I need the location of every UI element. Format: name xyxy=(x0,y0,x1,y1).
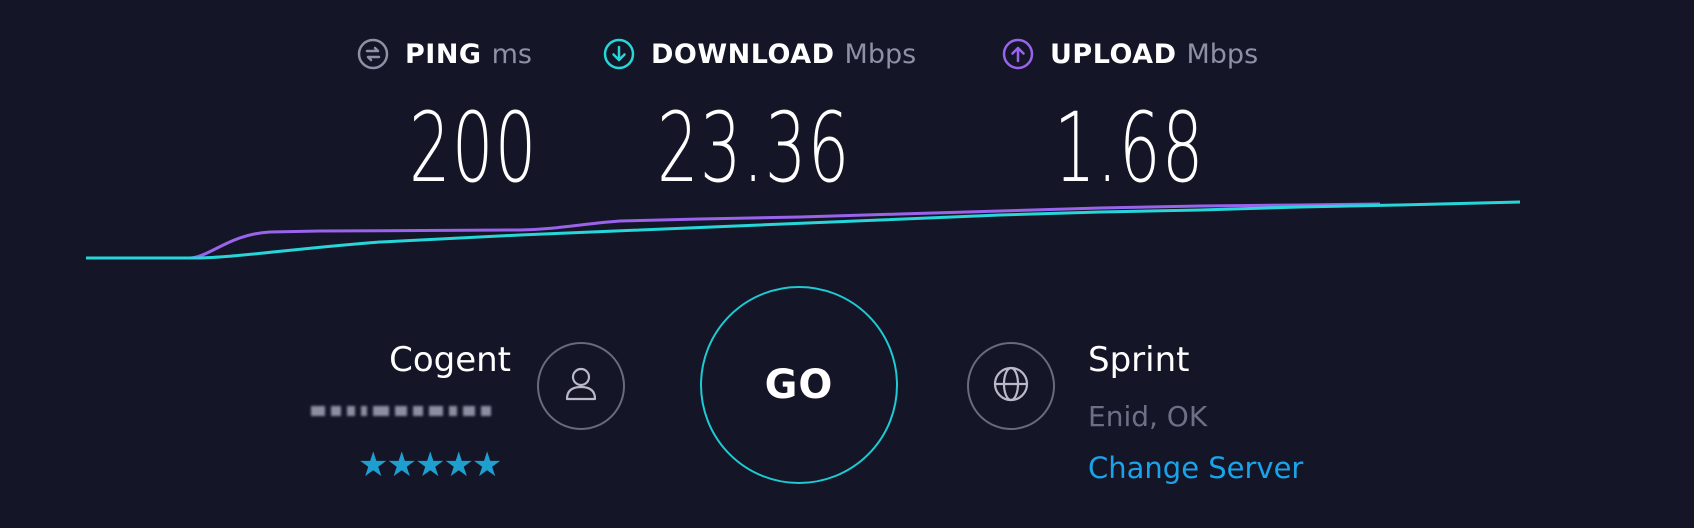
download-value: 23.36 xyxy=(657,92,851,204)
download-metric: DOWNLOAD Mbps 23.36 xyxy=(603,38,917,196)
ping-value: 200 xyxy=(409,92,538,204)
upload-metric: UPLOAD Mbps 1.68 xyxy=(1002,38,1259,196)
upload-label: UPLOAD xyxy=(1050,38,1177,70)
go-label: GO xyxy=(764,362,834,408)
go-button[interactable]: GO xyxy=(700,286,898,484)
ping-icon xyxy=(357,38,389,70)
ping-label: PING xyxy=(405,38,482,70)
download-arrow-icon xyxy=(603,38,635,70)
globe-icon xyxy=(988,361,1034,411)
ping-unit: ms xyxy=(491,38,532,70)
server-name: Sprint xyxy=(1088,340,1190,380)
upload-value: 1.68 xyxy=(1054,92,1205,204)
server-location: Enid, OK xyxy=(1088,400,1208,433)
isp-rating-stars: ★★★★★ xyxy=(358,445,502,485)
isp-name: Cogent xyxy=(389,340,511,380)
upload-arrow-icon xyxy=(1002,38,1034,70)
download-label: DOWNLOAD xyxy=(651,38,835,70)
upload-unit: Mbps xyxy=(1186,38,1259,70)
ping-metric: PING ms 200 xyxy=(357,38,536,196)
change-server-link[interactable]: Change Server xyxy=(1088,451,1303,485)
isp-ip-redacted xyxy=(311,400,511,422)
isp-user-button[interactable] xyxy=(537,342,625,430)
download-unit: Mbps xyxy=(844,38,917,70)
user-icon xyxy=(558,361,604,411)
server-globe-button[interactable] xyxy=(967,342,1055,430)
